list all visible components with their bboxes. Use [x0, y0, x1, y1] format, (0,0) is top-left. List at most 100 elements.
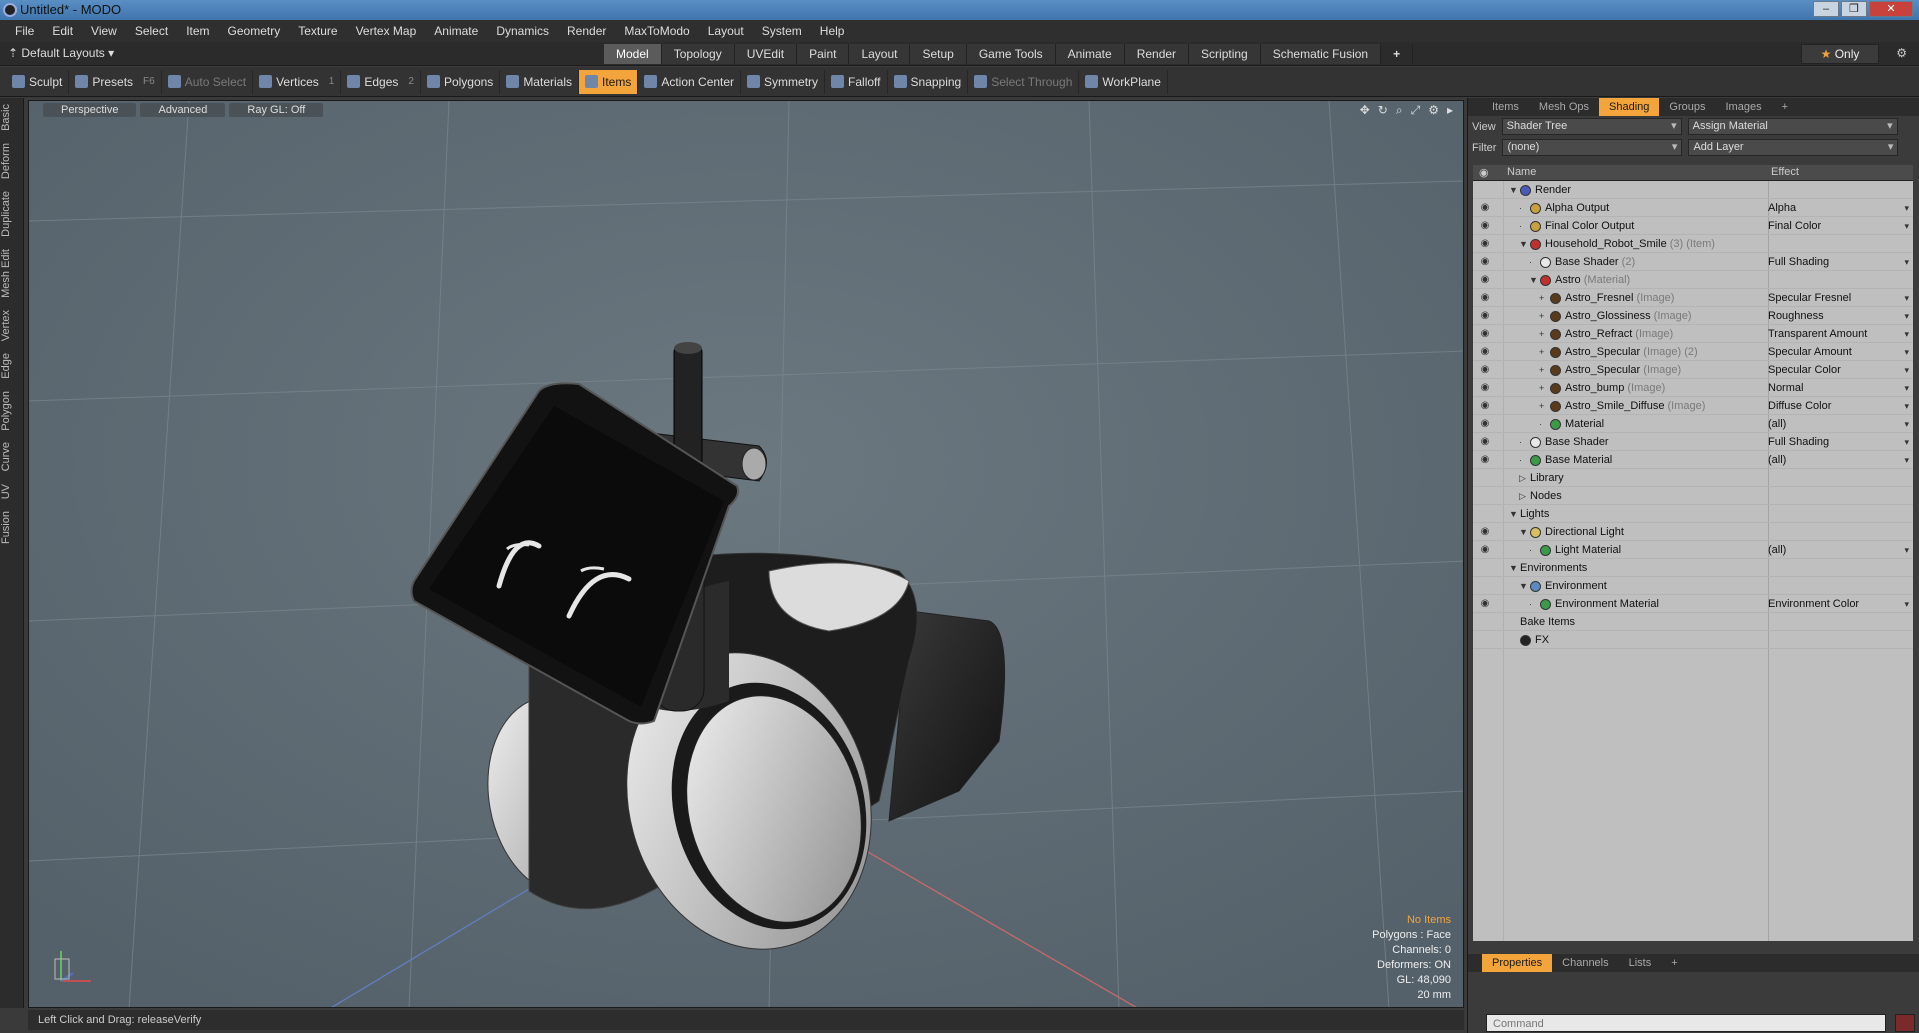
action-center-button[interactable]: Action Center	[638, 69, 742, 94]
add-tab-button[interactable]: +	[1381, 44, 1414, 64]
tree-row[interactable]: ◉ + Astro_Smile_Diffuse (Image) Diffuse Col…	[1473, 397, 1913, 415]
viewport-menu-icon[interactable]: ▸	[1447, 103, 1453, 118]
expand-toggle-icon[interactable]: +	[1539, 325, 1550, 343]
tree-row[interactable]: ▼ Environments	[1473, 559, 1913, 577]
tab-render[interactable]: Render	[1124, 44, 1190, 64]
expand-toggle-icon[interactable]: ·	[1519, 199, 1530, 217]
tree-row[interactable]: ◉ · Final Color Output Final Color ▾	[1473, 217, 1913, 235]
expand-toggle-icon[interactable]: ▷	[1519, 469, 1530, 487]
expand-toggle-icon[interactable]: ▼	[1509, 559, 1520, 577]
falloff-button[interactable]: Falloff	[825, 69, 888, 94]
maximize-viewport-icon[interactable]: ⤢	[1411, 103, 1421, 118]
left-tab-curve[interactable]: Curve	[0, 436, 24, 477]
panel-tab-images[interactable]: Images	[1716, 98, 1772, 116]
zoom-icon[interactable]: ⌕	[1396, 103, 1403, 118]
visibility-eye-icon[interactable]: ◉	[1477, 271, 1493, 289]
tab-layout[interactable]: Layout	[849, 44, 911, 64]
gear-icon[interactable]: ⚙	[1896, 46, 1907, 60]
effect-dropdown[interactable]: Specular Color	[1768, 361, 1841, 379]
tree-row[interactable]: ◉ + Astro_bump (Image) Normal ▾	[1473, 379, 1913, 397]
expand-toggle-icon[interactable]: ·	[1519, 433, 1530, 451]
perspective-button[interactable]: Perspective	[43, 103, 137, 117]
expand-toggle-icon[interactable]: ·	[1519, 217, 1530, 235]
effect-dropdown[interactable]: Environment Color	[1768, 595, 1859, 613]
expand-toggle-icon[interactable]: ·	[1539, 415, 1550, 433]
tree-row[interactable]: ◉ · Alpha Output Alpha ▾	[1473, 199, 1913, 217]
panel-tab-channels[interactable]: Channels	[1552, 954, 1618, 972]
effect-dropdown[interactable]: Specular Fresnel	[1768, 289, 1851, 307]
tree-row[interactable]: ◉ ▼ Directional Light	[1473, 523, 1913, 541]
view-dropdown[interactable]: Shader Tree	[1501, 118, 1682, 135]
tree-row[interactable]: ◉ · Environment Material Environment Color ▾	[1473, 595, 1913, 613]
tree-row[interactable]: ▼ Environment	[1473, 577, 1913, 595]
3d-viewport[interactable]: Perspective Advanced Ray GL: Off ✥ ↻ ⌕ ⤢…	[28, 100, 1464, 1008]
visibility-eye-icon[interactable]: ◉	[1477, 415, 1493, 433]
expand-toggle-icon[interactable]: +	[1539, 361, 1550, 379]
polygons-button[interactable]: Polygons	[421, 69, 501, 94]
left-tab-polygon[interactable]: Polygon	[0, 385, 24, 437]
advanced-button[interactable]: Advanced	[140, 103, 226, 117]
expand-toggle-icon[interactable]: ▷	[1519, 487, 1530, 505]
only-toggle[interactable]: ★ Only	[1801, 44, 1879, 64]
default-layouts-dropdown[interactable]: ⇡ Default Layouts ▾	[8, 46, 114, 60]
vertices-button[interactable]: Vertices 1	[253, 69, 342, 94]
tree-row[interactable]: ▷ Nodes	[1473, 487, 1913, 505]
left-tab-basic[interactable]: Basic	[0, 98, 24, 137]
effect-dropdown[interactable]: Full Shading	[1768, 253, 1829, 271]
menu-maxtomodo[interactable]: MaxToModo	[615, 20, 698, 42]
expand-toggle-icon[interactable]: ·	[1529, 541, 1540, 559]
expand-toggle-icon[interactable]: +	[1539, 343, 1550, 361]
visibility-eye-icon[interactable]: ◉	[1477, 379, 1493, 397]
tree-row[interactable]: ◉ ▼ Astro (Material)	[1473, 271, 1913, 289]
edges-button[interactable]: Edges 2	[341, 69, 421, 94]
visibility-eye-icon[interactable]: ◉	[1477, 289, 1493, 307]
auto-select-button[interactable]: Auto Select	[162, 69, 254, 94]
left-tab-vertex[interactable]: Vertex	[0, 304, 24, 347]
snapping-button[interactable]: Snapping	[888, 69, 969, 94]
menu-texture[interactable]: Texture	[289, 20, 346, 42]
effect-dropdown[interactable]: (all)	[1768, 541, 1786, 559]
tab-animate[interactable]: Animate	[1055, 44, 1125, 64]
filter-dropdown[interactable]: (none)	[1502, 139, 1683, 156]
expand-toggle-icon[interactable]: ▼	[1519, 235, 1530, 253]
visibility-eye-icon[interactable]: ◉	[1477, 433, 1493, 451]
tree-row[interactable]: ◉ + Astro_Specular (Image) Specular Color ▾	[1473, 361, 1913, 379]
panel-tab-lists[interactable]: Lists	[1619, 954, 1662, 972]
effect-dropdown[interactable]: Alpha	[1768, 199, 1796, 217]
expand-toggle-icon[interactable]: +	[1539, 307, 1550, 325]
expand-toggle-icon[interactable]: ·	[1529, 595, 1540, 613]
tree-row[interactable]: ◉ · Base Shader (2) Full Shading ▾	[1473, 253, 1913, 271]
presets-button[interactable]: Presets F6	[69, 69, 162, 94]
expand-toggle-icon[interactable]: +	[1539, 289, 1550, 307]
expand-toggle-icon[interactable]: ▼	[1509, 505, 1520, 523]
visibility-eye-icon[interactable]: ◉	[1477, 307, 1493, 325]
left-tab-mesh-edit[interactable]: Mesh Edit	[0, 243, 24, 304]
left-tab-uv[interactable]: UV	[0, 478, 24, 505]
effect-dropdown[interactable]: Final Color	[1768, 217, 1821, 235]
effect-dropdown[interactable]: Full Shading	[1768, 433, 1829, 451]
left-tab-edge[interactable]: Edge	[0, 347, 24, 385]
tree-row[interactable]: ◉ · Material (all) ▾	[1473, 415, 1913, 433]
visibility-eye-icon[interactable]: ◉	[1477, 595, 1493, 613]
minimize-button[interactable]: –	[1813, 1, 1839, 17]
menu-edit[interactable]: Edit	[43, 20, 82, 42]
items-button[interactable]: Items	[579, 69, 639, 94]
expand-toggle-icon[interactable]: ▼	[1519, 523, 1530, 541]
effect-dropdown[interactable]: (all)	[1768, 451, 1786, 469]
tab-game-tools[interactable]: Game Tools	[966, 44, 1056, 64]
visibility-eye-icon[interactable]: ◉	[1477, 235, 1493, 253]
menu-layout[interactable]: Layout	[699, 20, 753, 42]
effect-dropdown[interactable]: Diffuse Color	[1768, 397, 1831, 415]
tree-row[interactable]: ◉ ▼ Household_Robot_Smile (3) (Item)	[1473, 235, 1913, 253]
tree-row[interactable]: ◉ + Astro_Fresnel (Image) Specular Fresnel ▾	[1473, 289, 1913, 307]
visibility-eye-icon[interactable]: ◉	[1477, 451, 1493, 469]
visibility-eye-icon[interactable]: ◉	[1477, 541, 1493, 559]
tab-topology[interactable]: Topology	[661, 44, 735, 64]
tab-scripting[interactable]: Scripting	[1189, 44, 1261, 64]
tree-row[interactable]: ◉ + Astro_Glossiness (Image) Roughness ▾	[1473, 307, 1913, 325]
ray-gl-button[interactable]: Ray GL: Off	[229, 103, 324, 117]
visibility-eye-icon[interactable]: ◉	[1477, 397, 1493, 415]
viewport-settings-icon[interactable]: ⚙	[1428, 103, 1439, 118]
effect-dropdown[interactable]: Roughness	[1768, 307, 1824, 325]
visibility-eye-icon[interactable]: ◉	[1477, 217, 1493, 235]
